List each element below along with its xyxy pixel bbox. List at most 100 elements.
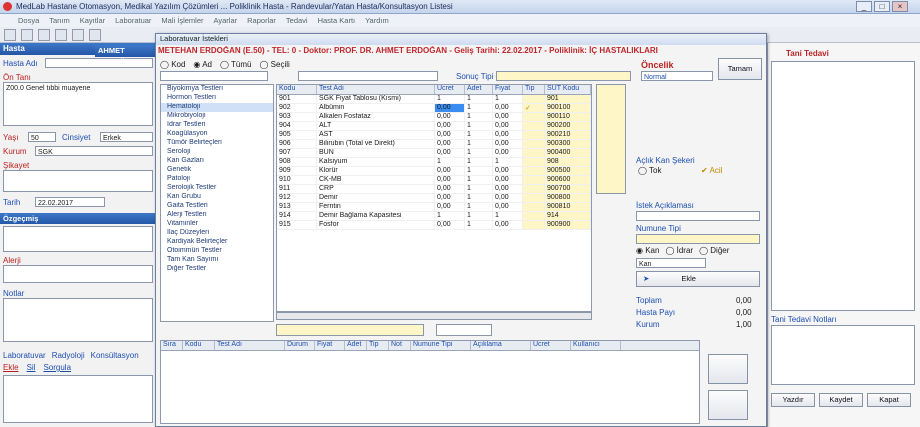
new-icon[interactable] <box>4 28 16 41</box>
table-row[interactable]: 915 Fosfor 0,00 1 0,00 900900 <box>277 221 591 230</box>
menu-help[interactable]: Yardım <box>365 16 389 25</box>
urgent-check[interactable]: ✔ Acil <box>701 166 722 175</box>
refresh-icon[interactable] <box>89 28 101 41</box>
category-item[interactable]: İdrar Testleri <box>161 121 273 130</box>
test-column-header[interactable]: Tip <box>523 85 545 94</box>
test-column-header[interactable]: Ücret <box>435 85 465 94</box>
sample-select[interactable]: Kan <box>636 258 706 268</box>
fasting-option[interactable]: ◯ Tok <box>638 166 661 175</box>
menu-patient-card[interactable]: Hasta Kartı <box>318 16 356 25</box>
maximize-button[interactable]: □ <box>874 1 890 12</box>
tab-radiology[interactable]: Radyoloji <box>52 351 85 360</box>
table-row[interactable]: 913 Ferritin 0,00 1 0,00 900810 <box>277 203 591 212</box>
side-yellow-field[interactable] <box>596 84 626 194</box>
save-button[interactable]: Kaydet <box>819 393 863 407</box>
table-row[interactable]: 904 ALT 0,00 1 0,00 900200 <box>277 122 591 131</box>
table-row[interactable]: 914 Demir Bağlama Kapasitesi 1 1 1 914 <box>277 212 591 221</box>
visit-field[interactable]: 22.02.2017 <box>35 197 105 207</box>
priority-dropdown[interactable]: Normal <box>641 71 713 81</box>
category-item[interactable]: Kan Grubu <box>161 193 273 202</box>
selected-column-header[interactable]: Numune Tipi <box>411 341 471 350</box>
filter-dropdown[interactable] <box>496 71 631 81</box>
category-item[interactable]: Otoimmün Testler <box>161 247 273 256</box>
category-item[interactable]: Genetik <box>161 166 273 175</box>
category-item[interactable]: Kan Gazları <box>161 157 273 166</box>
category-item[interactable]: Diğer Testler <box>161 265 273 274</box>
option-selected[interactable]: ◯ Seçili <box>259 60 289 69</box>
print-icon[interactable] <box>55 28 67 41</box>
category-item[interactable]: Vitaminler <box>161 220 273 229</box>
test-search-field[interactable] <box>436 324 492 336</box>
category-item[interactable]: Tam Kan Sayımı <box>161 256 273 265</box>
category-item[interactable]: Koagülasyon <box>161 130 273 139</box>
sample-field[interactable] <box>636 234 760 244</box>
ok-button[interactable]: Tamam <box>718 58 762 80</box>
test-note-field[interactable] <box>276 324 424 336</box>
option-name[interactable]: ◉ Ad <box>193 60 212 69</box>
menu-records[interactable]: Kayıtlar <box>80 16 105 25</box>
selected-column-header[interactable]: Sıra <box>161 341 183 350</box>
menu-treatment[interactable]: Tedavi <box>286 16 308 25</box>
close-button[interactable]: × <box>892 1 908 12</box>
table-row[interactable]: 911 CRP 0,00 1 0,00 900700 <box>277 185 591 194</box>
insurance-field[interactable]: SGK <box>35 146 153 156</box>
menu-file[interactable]: Dosya <box>18 16 39 25</box>
menu-reports[interactable]: Raporlar <box>247 16 276 25</box>
selected-column-header[interactable]: Tip <box>367 341 389 350</box>
selected-column-header[interactable]: Kullanıcı <box>571 341 621 350</box>
treatment-notes-field[interactable] <box>771 325 915 385</box>
menu-definitions[interactable]: Tanım <box>49 16 69 25</box>
search-input[interactable] <box>160 71 268 81</box>
table-row[interactable]: 906 Bilirubin (Total ve Direkt) 0,00 1 0,00 9… <box>277 140 591 149</box>
table-row[interactable]: 901 SGK Fiyat Tablosu (Kısmi) 1 1 1 901 <box>277 95 591 104</box>
table-row[interactable]: 910 CK-MB 0,00 1 0,00 900600 <box>277 176 591 185</box>
table-row[interactable]: 908 Kalsiyum 1 1 1 908 <box>277 158 591 167</box>
remove-icon[interactable] <box>708 390 748 420</box>
tab-consultation[interactable]: Konsültasyon <box>91 351 139 360</box>
category-item[interactable]: Patoloji <box>161 175 273 184</box>
option-code[interactable]: ◯ Kod <box>160 60 185 69</box>
gender-field[interactable]: Erkek <box>100 132 153 142</box>
search-icon[interactable] <box>72 28 84 41</box>
minimize-button[interactable]: _ <box>856 1 872 12</box>
notes-field[interactable] <box>3 298 153 342</box>
selected-column-header[interactable]: Not <box>389 341 411 350</box>
close-panel-button[interactable]: Kapat <box>867 393 911 407</box>
open-icon[interactable] <box>21 28 33 41</box>
option-all[interactable]: ◯ Tümü <box>220 60 251 69</box>
category-item[interactable]: Mikrobiyoloji <box>161 112 273 121</box>
diagnosis-field[interactable]: Z00.0 Genel tıbbi muayene <box>3 82 153 126</box>
allergy-field[interactable] <box>3 265 153 283</box>
add-link[interactable]: Ekle <box>3 363 19 372</box>
table-row[interactable]: 905 AST 0,00 1 0,00 900210 <box>277 131 591 140</box>
category-item[interactable]: Hormon Testleri <box>161 94 273 103</box>
category-item[interactable]: Serolojik Testler <box>161 184 273 193</box>
table-row[interactable]: 902 Albümin 0,00 1 0,00 ✓ 900100 <box>277 104 591 113</box>
test-column-header[interactable]: Fiyat <box>493 85 523 94</box>
history-field[interactable] <box>3 226 153 252</box>
table-row[interactable]: 909 Klorür 0,00 1 0,00 900500 <box>277 167 591 176</box>
selected-column-header[interactable]: Adet <box>345 341 367 350</box>
save-icon[interactable] <box>38 28 50 41</box>
category-item[interactable]: Kardiyak Belirteçler <box>161 238 273 247</box>
table-row[interactable]: 912 Demir 0,00 1 0,00 900800 <box>277 194 591 203</box>
selected-column-header[interactable]: Fiyat <box>315 341 345 350</box>
selected-column-header[interactable]: Durum <box>285 341 315 350</box>
category-item[interactable]: İlaç Düzeyleri <box>161 229 273 238</box>
test-column-header[interactable]: Test Adı <box>317 85 435 94</box>
selected-column-header[interactable]: Açıklama <box>471 341 531 350</box>
treatment-field[interactable] <box>771 61 915 311</box>
table-row[interactable]: 903 Alkalen Fosfataz 0,00 1 0,00 900110 <box>277 113 591 122</box>
selected-column-header[interactable]: Kodu <box>183 341 215 350</box>
delete-link[interactable]: Sil <box>27 363 36 372</box>
category-item[interactable]: Tümör Belirteçleri <box>161 139 273 148</box>
category-item[interactable]: Gaita Testleri <box>161 202 273 211</box>
test-column-header[interactable]: Kodu <box>277 85 317 94</box>
menu-settings[interactable]: Ayarlar <box>214 16 238 25</box>
selected-column-header[interactable]: Ücret <box>531 341 571 350</box>
sample-urine[interactable]: ◯ İdrar <box>665 246 693 255</box>
tab-laboratory[interactable]: Laboratuvar <box>3 351 46 360</box>
sample-other[interactable]: ◯ Diğer <box>699 246 729 255</box>
category-item[interactable]: Alerji Testleri <box>161 211 273 220</box>
category-item[interactable]: Biyokimya Testleri <box>161 85 273 94</box>
